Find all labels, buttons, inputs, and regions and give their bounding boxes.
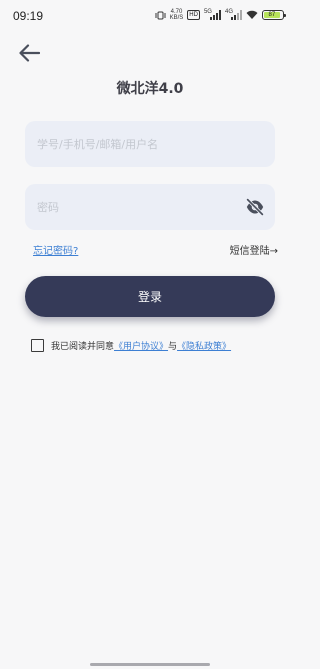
eye-off-icon <box>246 198 264 216</box>
wifi-icon <box>246 10 258 20</box>
battery-level: 87 <box>264 12 280 18</box>
privacy-policy-link[interactable]: 《隐私政策》 <box>177 339 231 352</box>
agreement-conjunction: 与 <box>168 342 178 352</box>
battery-icon: 87 <box>262 10 286 20</box>
password-input[interactable] <box>25 184 275 230</box>
status-bar: 09:19 4.70 KB/S HD 5G 4G 87 <box>0 0 300 32</box>
password-visibility-toggle[interactable] <box>243 196 267 218</box>
sms-login-link[interactable]: 短信登陆→ <box>230 242 278 257</box>
signal-5g: 5G <box>204 9 221 20</box>
home-indicator[interactable] <box>90 663 210 666</box>
signal-bars-icon <box>209 10 221 20</box>
vibrate-icon <box>155 11 166 20</box>
signal-4g: 4G <box>225 9 242 20</box>
arrow-left-icon <box>19 44 40 62</box>
agreement-row: 我已阅读并同意 《用户协议》 与 《隐私政策》 <box>31 339 231 352</box>
forgot-password-link[interactable]: 忘记密码? <box>33 242 78 257</box>
network-speed: 4.70 KB/S <box>170 9 184 21</box>
login-button[interactable]: 登录 <box>25 276 275 317</box>
username-input[interactable] <box>25 121 275 167</box>
hd-badge: HD <box>187 10 200 20</box>
network-speed-unit: KB/S <box>169 15 184 21</box>
back-button[interactable] <box>14 40 44 66</box>
app-title: 微北洋4.0 <box>116 81 184 97</box>
status-time: 09:19 <box>13 9 44 23</box>
agree-checkbox[interactable] <box>31 339 44 352</box>
agreement-prefix: 我已阅读并同意 <box>51 342 115 352</box>
login-screen: 09:19 4.70 KB/S HD 5G 4G 87 微北洋4.0 学号/手机… <box>0 0 300 669</box>
status-icons: 4.70 KB/S HD 5G 4G 87 <box>155 9 286 21</box>
user-agreement-link[interactable]: 《用户协议》 <box>114 339 168 352</box>
signal-bars-icon <box>231 10 242 20</box>
